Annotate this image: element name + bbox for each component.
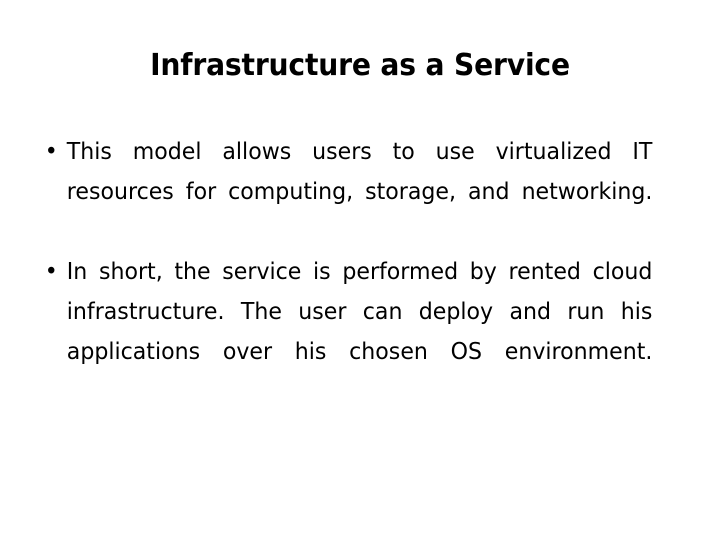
list-item: • In short, the service is performed by …: [38, 252, 653, 412]
bullet-list: • This model allows users to use virtual…: [38, 132, 678, 412]
bullet-point-icon: •: [44, 259, 58, 285]
list-item: • This model allows users to use virtual…: [38, 132, 653, 252]
list-item-text: This model allows users to use virtualiz…: [66, 139, 653, 205]
page-title: Infrastructure as a Service: [150, 48, 570, 83]
slide-canvas: Infrastructure as a Service • This model…: [0, 0, 720, 540]
bullet-point-icon: •: [44, 139, 58, 165]
list-item-text: In short, the service is performed by re…: [66, 259, 653, 365]
